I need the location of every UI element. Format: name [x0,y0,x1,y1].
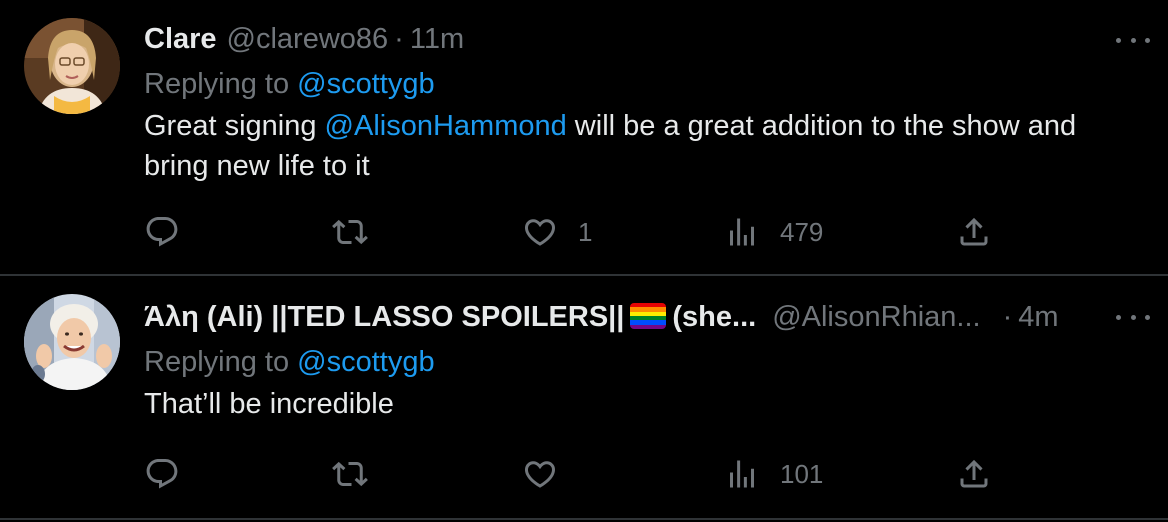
views-button[interactable]: 479 [724,212,823,252]
more-icon[interactable] [1116,30,1150,50]
retweet-button[interactable] [332,212,388,252]
divider [0,518,1168,520]
timestamp[interactable]: 4m [1018,298,1058,336]
display-name-end: (she... [672,301,757,333]
share-icon [960,217,988,246]
avatar[interactable] [24,18,120,114]
display-name-start: Άλη (Ali) ||TED LASSO SPOILERS|| [144,301,625,333]
tweet-mention[interactable]: @AlisonHammond [325,110,567,142]
tweet-text: Great signing @AlisonHammond will be a g… [144,106,1144,186]
tweet-text-start: Great signing [144,110,325,142]
like-button[interactable] [522,454,578,494]
replying-to-label: Replying to [144,346,290,378]
share-button[interactable] [956,454,992,494]
like-count: 1 [578,216,593,247]
user-handle[interactable]: @clarewo86 [227,20,389,58]
display-name[interactable]: Άλη (Ali) ||TED LASSO SPOILERS|| (she... [144,298,756,336]
tweet-actions: 101 [144,454,1004,494]
replying-to-label: Replying to [144,68,290,100]
timestamp[interactable]: 11m [410,20,464,58]
replying-to-mention[interactable]: @scottygb [297,346,434,378]
replying-to-line: Replying to @scottygb [144,64,1144,104]
reply-button[interactable] [144,454,200,494]
display-name[interactable]: Clare [144,20,217,58]
tweet-header: Clare @clarewo86 · 11m [144,20,1144,58]
tweet-text: That’ll be incredible [144,388,394,420]
tweet[interactable]: Άλη (Ali) ||TED LASSO SPOILERS|| (she... … [0,276,1168,518]
rainbow-flag-icon [630,303,667,329]
view-count: 479 [780,216,824,247]
like-button[interactable]: 1 [522,212,592,252]
view-count: 101 [780,458,824,489]
views-icon [730,460,754,488]
reply-icon [146,217,178,247]
separator: · [394,23,404,55]
replying-to-line: Replying to @scottygb [144,342,1144,382]
views-icon [730,218,754,246]
tweet-actions: 1 479 [144,212,1004,252]
tweet[interactable]: Clare @clarewo86 · 11m Replying to @scot… [0,0,1168,274]
retweet-button[interactable] [332,454,388,494]
views-button[interactable]: 101 [724,454,823,494]
tweet-header: Άλη (Ali) ||TED LASSO SPOILERS|| (she... … [144,298,1144,336]
replying-to-mention[interactable]: @scottygb [297,68,434,100]
retweet-icon [332,461,368,487]
share-button[interactable] [956,212,992,252]
tweet-content: Άλη (Ali) ||TED LASSO SPOILERS|| (she... … [144,298,1144,424]
tweet-content: Clare @clarewo86 · 11m Replying to @scot… [144,20,1144,186]
share-icon [960,459,988,488]
reply-button[interactable] [144,212,200,252]
separator: · [1002,301,1013,333]
user-handle[interactable]: @AlisonRhian... [772,298,980,336]
retweet-icon [332,219,368,245]
like-icon [524,219,556,246]
reply-icon [146,459,178,489]
avatar[interactable] [24,294,120,390]
like-icon [524,461,556,488]
more-icon[interactable] [1116,307,1150,327]
